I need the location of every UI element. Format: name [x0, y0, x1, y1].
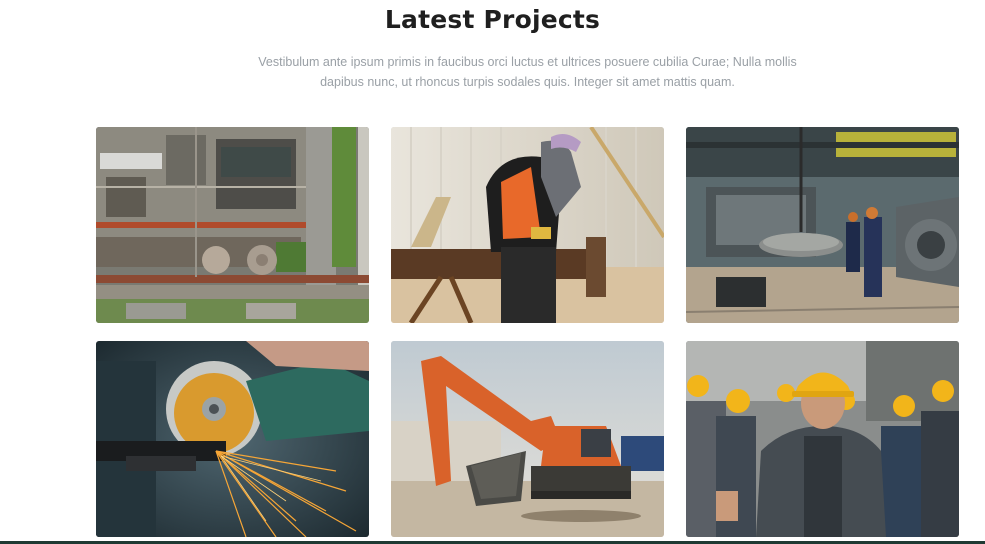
- section-subtitle: Vestibulum ante ipsum primis in faucibus…: [258, 55, 797, 89]
- project-card-welder[interactable]: [391, 127, 664, 323]
- project-card-heavy-machinery[interactable]: [686, 127, 959, 323]
- project-card-workers[interactable]: [686, 341, 959, 537]
- section-title: Latest Projects: [384, 5, 601, 34]
- welder-at-work-photo: [391, 127, 664, 323]
- project-card-industrial-plant[interactable]: [96, 127, 369, 323]
- latest-projects-section: Latest Projects Vestibulum ante ipsum pr…: [0, 0, 985, 544]
- workers-hard-hats-photo: [686, 341, 959, 537]
- angle-grinder-sparks-photo: [96, 341, 369, 537]
- heavy-machinery-factory-photo: [686, 127, 959, 323]
- projects-grid: [96, 127, 960, 537]
- industrial-plant-aerial-photo: [96, 127, 369, 323]
- orange-excavator-photo: [391, 341, 664, 537]
- project-card-angle-grinder[interactable]: [96, 341, 369, 537]
- project-card-excavator[interactable]: [391, 341, 664, 537]
